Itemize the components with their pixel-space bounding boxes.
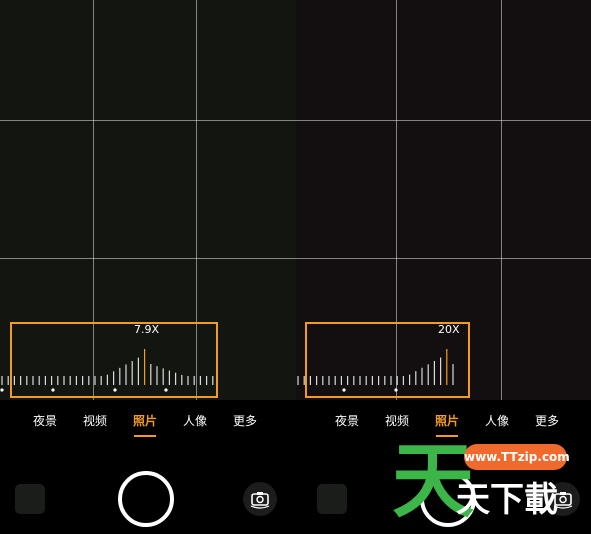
zoom-slider[interactable]	[296, 340, 591, 400]
gallery-thumbnail[interactable]	[15, 484, 45, 514]
zoom-level-label: 20X	[438, 323, 460, 336]
watermark-url: www.TTzip.com	[464, 444, 570, 470]
mode-selector: 夜景 视频 照片 人像 更多	[296, 412, 591, 437]
zoom-preset-dot[interactable]	[394, 388, 398, 392]
watermark-text: 天下載	[456, 480, 558, 520]
zoom-level-label: 7.9X	[134, 323, 160, 336]
grid-line	[0, 258, 296, 259]
site-watermark: 天 www.TTzip.com 天下載	[392, 436, 591, 534]
zoom-slider[interactable]	[0, 340, 296, 400]
mode-video[interactable]: 视频	[83, 412, 107, 429]
camera-switch-icon	[250, 492, 270, 509]
mode-selector: 夜景 视频 照片 人像 更多	[0, 412, 296, 437]
shutter-button[interactable]	[118, 471, 174, 527]
grid-line	[296, 120, 591, 121]
mode-portrait[interactable]: 人像	[183, 412, 207, 429]
camera-switch-button[interactable]	[243, 482, 277, 516]
mode-photo[interactable]: 照片	[435, 412, 459, 429]
camera-screen-left: 7.9X 夜景 视频 照片 人像 更多	[0, 0, 296, 534]
zoom-preset-dot[interactable]	[113, 388, 117, 392]
mode-photo[interactable]: 照片	[133, 412, 157, 429]
mode-video[interactable]: 视频	[385, 412, 409, 429]
grid-line	[0, 120, 296, 121]
zoom-preset-dot[interactable]	[164, 388, 168, 392]
active-mode-indicator	[134, 435, 156, 437]
zoom-preset-dot[interactable]	[342, 388, 346, 392]
zoom-preset-dot[interactable]	[0, 388, 4, 392]
mode-night[interactable]: 夜景	[335, 412, 359, 429]
grid-line	[296, 258, 591, 259]
mode-portrait[interactable]: 人像	[485, 412, 509, 429]
mode-more[interactable]: 更多	[535, 412, 559, 429]
mode-night[interactable]: 夜景	[33, 412, 57, 429]
gallery-thumbnail[interactable]	[317, 484, 347, 514]
mode-more[interactable]: 更多	[233, 412, 257, 429]
zoom-preset-dot[interactable]	[51, 388, 55, 392]
